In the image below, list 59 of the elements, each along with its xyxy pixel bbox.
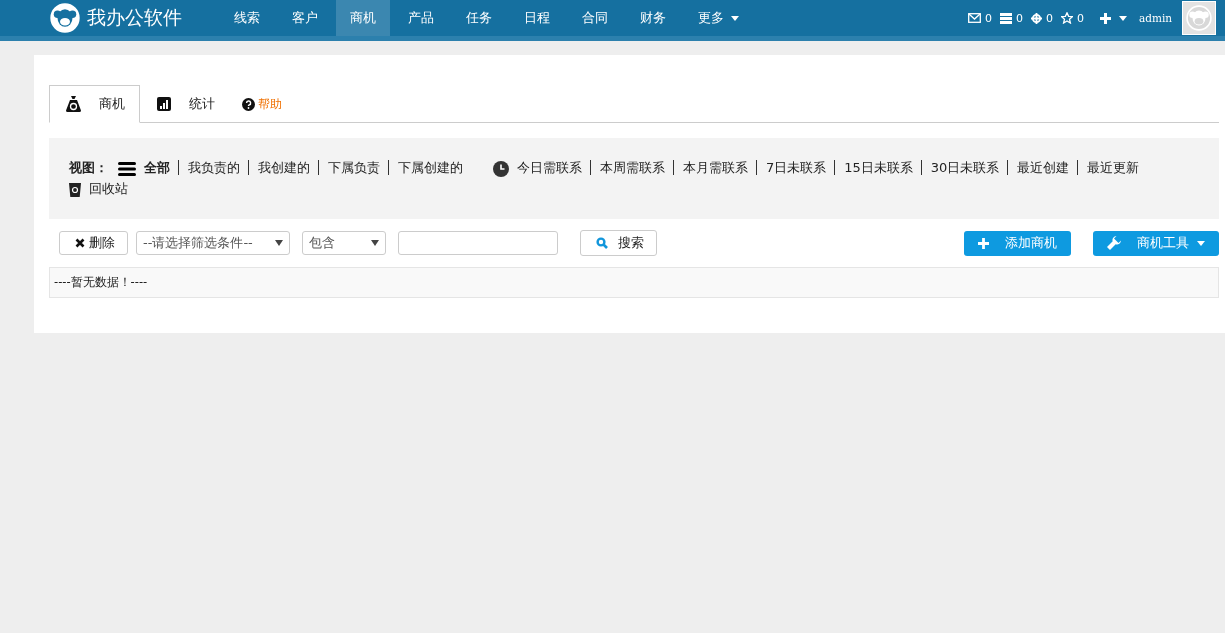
logo-icon[interactable] [50, 3, 80, 33]
view-filter-link[interactable]: 我创建的 [248, 160, 318, 175]
caret-icon [1197, 240, 1205, 246]
view-filter-link[interactable]: 下属负责 [318, 160, 388, 175]
search-field[interactable] [398, 231, 558, 255]
view-filter-link[interactable]: 下属创建的 [388, 160, 471, 175]
mail-icon [967, 13, 981, 23]
view-filter-link[interactable]: 我负责的 [178, 160, 248, 175]
search-button[interactable]: 搜索 [580, 230, 657, 256]
bar-chart-icon [157, 97, 171, 111]
view-filter-link[interactable]: 最近创建 [1007, 160, 1078, 175]
views-label: 视图： [69, 160, 108, 175]
question-icon [242, 97, 255, 111]
view-filter-link[interactable]: 15日未联系 [834, 160, 921, 175]
dropdown-arrow-icon [275, 240, 283, 246]
trash-icon [69, 182, 81, 197]
delete-button[interactable]: 删除 [59, 231, 128, 255]
nav-item[interactable]: 客户 [278, 0, 332, 36]
nav-item[interactable]: 商机 [336, 0, 390, 36]
view-filter-link[interactable]: 回收站 [89, 181, 136, 196]
plus-icon[interactable] [1099, 12, 1111, 24]
wrench-icon [1107, 236, 1121, 250]
view-filter-link[interactable]: 7日未联系 [756, 160, 835, 175]
nav-item[interactable]: 日程 [510, 0, 564, 36]
view-filter-link[interactable]: 本月需联系 [673, 160, 756, 175]
nav-item[interactable]: 线索 [220, 0, 274, 36]
tab[interactable]: 商机 [49, 85, 140, 123]
brand-name: 我办公软件 [87, 5, 182, 30]
nav-item[interactable]: 产品 [394, 0, 448, 36]
username[interactable]: admin [1138, 12, 1172, 24]
view-filter-link[interactable]: 全部 [144, 160, 178, 175]
dropdown-arrow-icon [371, 240, 379, 246]
view-filter-link[interactable]: 30日未联系 [920, 160, 1008, 175]
crosshair-icon [1030, 12, 1042, 24]
close-icon [75, 238, 85, 248]
operator-select[interactable]: 包含 [302, 231, 386, 255]
counter: 0 [984, 11, 992, 25]
view-filter-link[interactable]: 最近更新 [1077, 160, 1148, 175]
view-filter-link[interactable]: 今日需联系 [517, 160, 590, 175]
empty-message: ----暂无数据！---- [49, 267, 1219, 298]
caret-icon [731, 15, 739, 21]
clock-icon [493, 160, 509, 177]
nav-item[interactable]: 更多 [684, 0, 753, 36]
search-icon [596, 237, 608, 249]
counter: 0 [1015, 11, 1023, 25]
counter: 0 [1045, 11, 1053, 25]
plus-icon [978, 237, 989, 249]
counter: 0 [1076, 11, 1084, 25]
nav-item[interactable]: 任务 [452, 0, 506, 36]
nav-item[interactable]: 财务 [626, 0, 680, 36]
tab[interactable]: 统计 [140, 85, 230, 123]
filter-select[interactable]: --请选择筛选条件-- [136, 231, 290, 255]
caret-icon[interactable] [1118, 15, 1127, 21]
list-icon [999, 12, 1012, 24]
view-filter-link[interactable]: 本周需联系 [590, 160, 673, 175]
nav-item[interactable]: 合同 [568, 0, 622, 36]
money-bag-icon [66, 96, 81, 112]
star-icon [1060, 12, 1073, 24]
list-icon [118, 161, 136, 176]
